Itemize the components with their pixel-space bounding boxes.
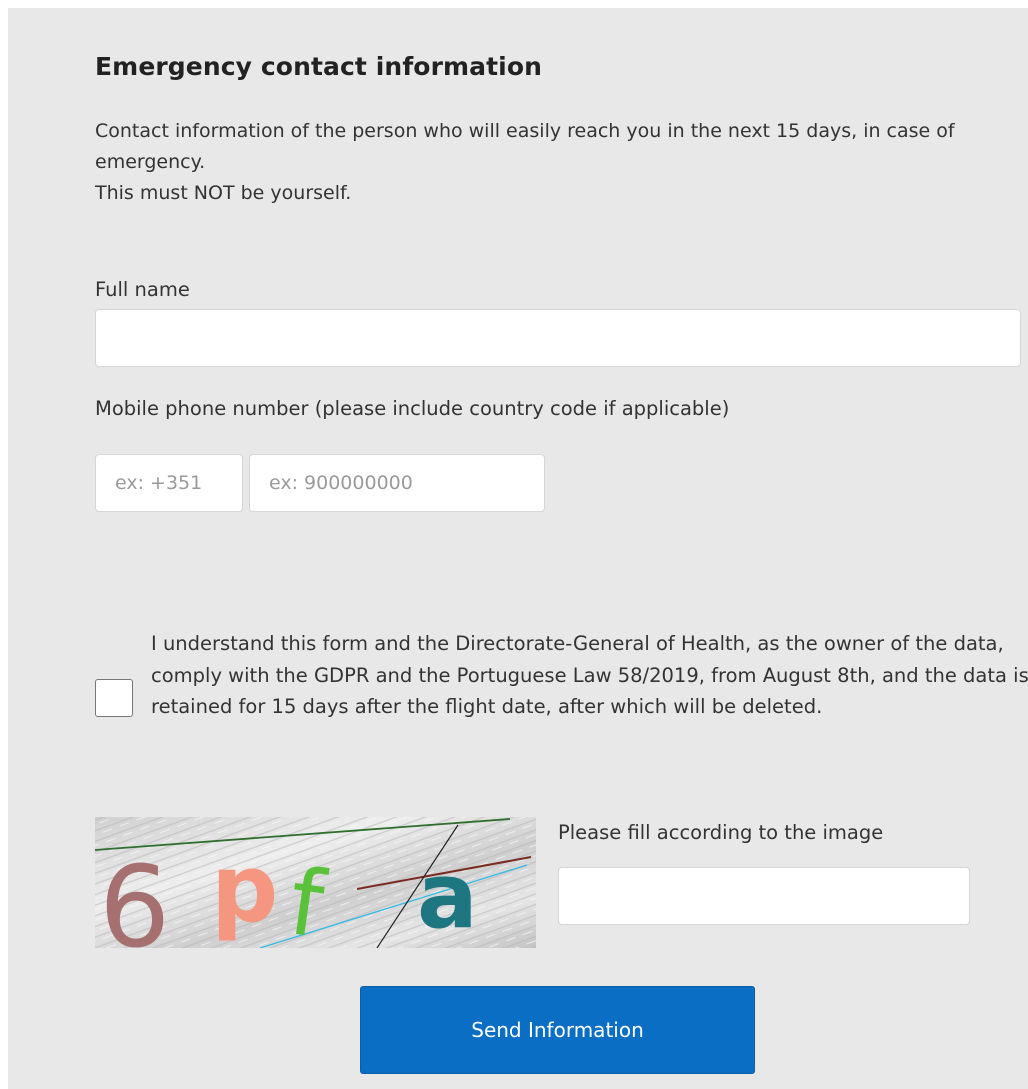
phone-number-input[interactable] — [249, 454, 545, 512]
form-title: Emergency contact information — [95, 52, 543, 81]
intro-warning: This must NOT be yourself. — [95, 182, 352, 204]
full-name-input[interactable] — [95, 309, 1021, 367]
captcha-instruction: Please fill according to the image — [558, 821, 884, 844]
intro-text: Contact information of the person who wi… — [95, 120, 955, 173]
form-intro: Contact information of the person who wi… — [95, 116, 1025, 209]
captcha-image: 6 p f a — [95, 817, 536, 948]
captcha-char: 6 — [99, 843, 170, 948]
full-name-label: Full name — [95, 278, 190, 301]
send-information-button[interactable]: Send Information — [360, 986, 755, 1074]
captcha-char: p — [211, 835, 278, 944]
consent-checkbox[interactable] — [95, 679, 133, 717]
consent-text: I understand this form and the Directora… — [151, 632, 1028, 718]
country-code-input[interactable] — [95, 454, 243, 512]
phone-label: Mobile phone number (please include coun… — [95, 397, 730, 420]
captcha-input[interactable] — [558, 867, 970, 925]
captcha-char: a — [417, 844, 478, 948]
form-panel: Emergency contact information Contact in… — [8, 8, 1028, 1089]
